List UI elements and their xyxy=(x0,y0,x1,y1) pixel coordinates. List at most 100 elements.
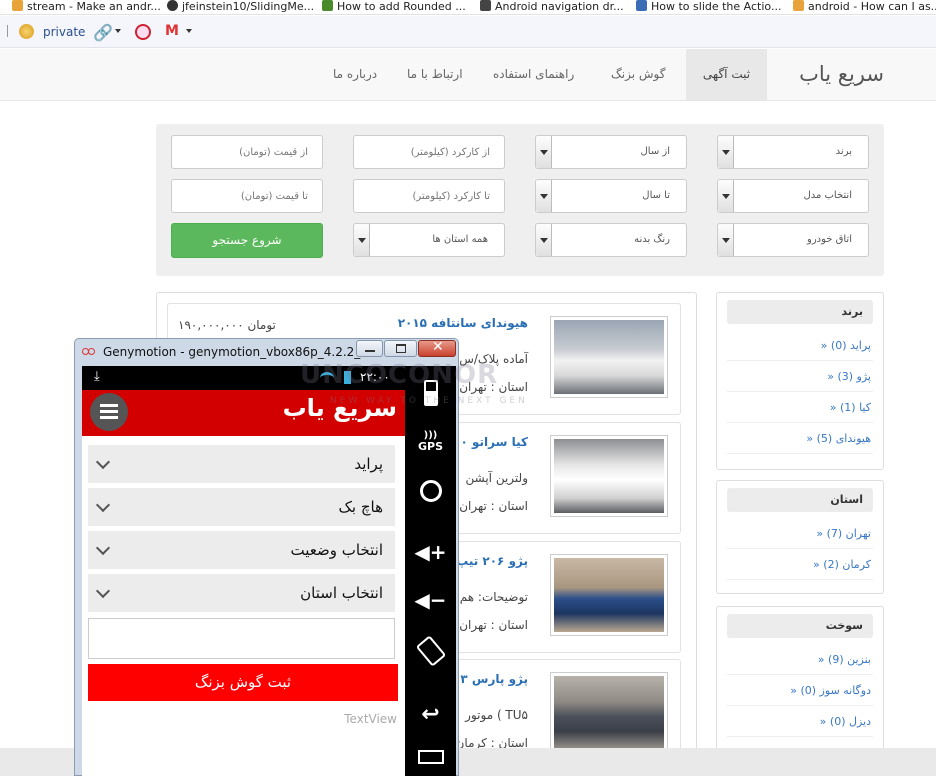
select-arrow-icon xyxy=(718,136,734,168)
select-arrow-icon xyxy=(354,224,370,256)
bookmark-item[interactable]: Android navigation dr... xyxy=(480,0,624,14)
model-select[interactable]: انتخاب مدل xyxy=(717,179,869,213)
close-button[interactable]: ✕ xyxy=(418,339,456,357)
chevron-down-icon xyxy=(95,454,111,470)
bookmarks-bar: stream - Make an andr... jfeinstein10/Sl… xyxy=(0,0,936,15)
edit-text-field[interactable] xyxy=(88,618,395,659)
car-photo[interactable] xyxy=(550,435,668,517)
nav-item-help[interactable]: راهنمای استفاده xyxy=(493,49,574,100)
car-photo[interactable] xyxy=(550,672,668,754)
year-to-select[interactable]: تا سال xyxy=(535,179,687,213)
km-to-input[interactable] xyxy=(353,179,505,213)
volume-down-icon[interactable]: ◀− xyxy=(405,588,456,612)
maximize-button[interactable] xyxy=(384,340,417,357)
listing-desc: توضیحات: هم xyxy=(459,590,528,604)
body-type-select[interactable]: اتاق خودرو xyxy=(717,223,869,257)
car-photo[interactable] xyxy=(550,554,668,636)
brand-filter-item[interactable]: » کیا (1) xyxy=(727,401,873,423)
select-arrow-icon xyxy=(536,224,552,256)
brand-filter-box: برند » پراید (0) » پژو (3) » کیا (1) » ه… xyxy=(716,292,884,470)
bookmark-icon xyxy=(793,0,804,11)
nav-item-alert[interactable]: گوش بزنگ xyxy=(611,49,665,100)
color-select[interactable]: رنگ بدنه xyxy=(535,223,687,257)
watermark: UNCOCONOR xyxy=(300,360,499,390)
brand-filter-item[interactable]: » پژو (3) xyxy=(727,370,873,392)
bookmark-icon xyxy=(322,0,333,11)
menu-icon[interactable] xyxy=(90,393,128,431)
bookmark-item[interactable]: jfeinstein10/SlidingMe... xyxy=(167,0,314,14)
bookmark-item[interactable]: How to add Rounded ... xyxy=(322,0,466,14)
listing-desc: موتور ( TU۵ xyxy=(465,708,528,722)
dropdown-edge[interactable] xyxy=(0,25,8,37)
province-filter-title: استان xyxy=(727,488,873,512)
province-filter-item[interactable]: » کرمان (2) xyxy=(727,558,873,580)
listing-desc: ولترین آپشن xyxy=(465,471,529,485)
download-icon: ⤓ xyxy=(94,369,100,384)
spinner-body-type[interactable]: هاچ بک xyxy=(88,488,395,526)
brand-filter-title: برند xyxy=(727,300,873,324)
fuel-filter-title: سوخت xyxy=(727,614,873,638)
select-arrow-icon xyxy=(536,136,552,168)
nav-item-about[interactable]: درباره ما xyxy=(333,49,377,100)
province-filter-box: استان » تهران (7) » کرمان (2) xyxy=(716,480,884,594)
back-icon[interactable]: ↩ xyxy=(405,702,456,727)
chevron-down-icon xyxy=(95,497,111,513)
bookmark-item[interactable]: How to slide the Actio... xyxy=(636,0,781,14)
fuel-filter-item[interactable]: » بنزین (9) xyxy=(727,653,873,675)
spinner-province[interactable]: انتخاب استان xyxy=(88,574,395,612)
car-photo[interactable] xyxy=(550,316,668,398)
recent-apps-icon[interactable] xyxy=(405,750,456,767)
brand-filter-item[interactable]: » پراید (0) xyxy=(727,339,873,361)
km-from-input[interactable] xyxy=(353,135,505,169)
register-alert-button[interactable]: ثبت گوش بزنگ xyxy=(88,664,398,701)
bookmark-item[interactable]: stream - Make an andr... xyxy=(12,0,161,14)
select-arrow-icon xyxy=(718,180,734,212)
chevron-down-icon[interactable] xyxy=(115,29,121,33)
chevron-down-icon xyxy=(95,540,111,556)
price-from-input[interactable] xyxy=(171,135,323,169)
genymotion-side-toolbar: ))) GPS ◀+ ◀− ↩ xyxy=(405,366,456,776)
gps-icon[interactable]: ))) GPS xyxy=(405,431,456,454)
minimize-button[interactable] xyxy=(356,340,383,357)
nav-item-post-ad[interactable]: ثبت آگهی xyxy=(686,49,767,100)
province-filter-item[interactable]: » تهران (7) xyxy=(727,527,873,549)
brand-select[interactable]: برند xyxy=(717,135,869,169)
private-icon xyxy=(19,24,34,39)
gmail-icon[interactable]: M xyxy=(165,23,179,39)
chevron-down-icon[interactable] xyxy=(186,29,192,33)
listing-title[interactable]: پژو پارس ۳ xyxy=(460,672,528,686)
price-to-input[interactable] xyxy=(171,179,323,213)
github-icon xyxy=(167,0,178,11)
province-select[interactable]: همه استان ها xyxy=(353,223,505,257)
nav-item-contact[interactable]: ارتباط با ما xyxy=(407,49,463,100)
window-title: Genymotion - genymotion_vbox86p_4.2.2_1.… xyxy=(103,345,380,359)
private-label[interactable]: private xyxy=(43,25,85,39)
android-screen: ⤓ ۲۲:۰۰ سریع یاب پراید هاچ بک انتخاب وضع… xyxy=(82,366,405,776)
fuel-filter-box: سوخت » بنزین (9) » دوگانه سوز (0) » دیزل… xyxy=(716,606,884,756)
camera-icon[interactable] xyxy=(405,480,456,505)
listing-title[interactable]: پژو ۲۰۶ تیپ xyxy=(456,554,528,568)
year-from-select[interactable]: از سال xyxy=(535,135,687,169)
addon-icon[interactable] xyxy=(135,24,151,40)
link-icon[interactable]: 🔗 xyxy=(93,23,113,42)
bookmark-icon xyxy=(480,0,491,11)
fuel-filter-item[interactable]: » دوگانه سوز (0) xyxy=(727,684,873,706)
site-navbar: سریع یاب ثبت آگهی گوش بزنگ راهنمای استفا… xyxy=(0,49,936,101)
select-arrow-icon xyxy=(536,180,552,212)
spinner-condition[interactable]: انتخاب وضعیت xyxy=(88,531,395,569)
bookmark-item[interactable]: android - How can I as... xyxy=(793,0,936,14)
fuel-filter-item[interactable]: » دیزل (0) xyxy=(727,715,873,737)
spinner-brand[interactable]: پراید xyxy=(88,445,395,483)
listing-location: استان : تهران xyxy=(459,618,528,632)
volume-up-icon[interactable]: ◀+ xyxy=(405,540,456,564)
search-button[interactable]: شروع جستجو xyxy=(171,223,323,258)
listing-title[interactable]: هیوندای سانتافه ۲۰۱۵ xyxy=(398,316,528,330)
brand-filter-item[interactable]: » هیوندای (5) xyxy=(727,432,873,454)
site-brand[interactable]: سریع یاب xyxy=(799,49,884,100)
browser-toolbar: private 🔗 M xyxy=(0,16,936,48)
bookmark-icon xyxy=(12,0,23,11)
rotate-icon[interactable] xyxy=(405,635,456,667)
chevron-down-icon xyxy=(95,583,111,599)
watermark-tagline: NEW WAY TO THE NEXT GEN xyxy=(330,396,528,406)
genymotion-logo-icon xyxy=(82,348,96,356)
